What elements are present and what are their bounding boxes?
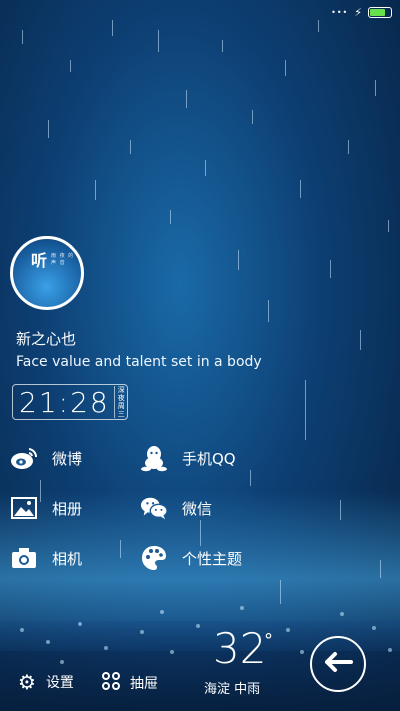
- avatar[interactable]: 听 雨 夜 的 声 音: [10, 236, 84, 310]
- gallery-icon: [10, 494, 38, 522]
- weather-degree: °: [264, 630, 273, 651]
- drawer-label: 抽屉: [130, 676, 158, 692]
- profile-name: 新之心也: [16, 330, 77, 348]
- signal-icon: •••: [331, 8, 349, 17]
- app-weibo[interactable]: 微博: [10, 442, 82, 474]
- app-label: 相册: [52, 499, 83, 518]
- app-qq[interactable]: 手机QQ: [140, 442, 236, 474]
- clock-meta: 深夜 周三: [113, 386, 127, 418]
- clock-period: 深夜: [117, 386, 125, 402]
- app-wechat[interactable]: 微信: [140, 492, 212, 524]
- charging-icon: ⚡: [354, 6, 362, 19]
- settings-label: 设置: [45, 675, 74, 691]
- clock-time: 21:28: [19, 385, 110, 419]
- back-arrow-icon: [323, 651, 353, 677]
- theme-palette-icon: [140, 544, 168, 572]
- avatar-glyph: 听: [31, 251, 48, 270]
- wechat-icon: [140, 494, 168, 522]
- app-label: 相机: [52, 549, 83, 568]
- back-button[interactable]: [310, 636, 366, 692]
- qq-icon: [140, 444, 168, 472]
- clock-widget[interactable]: 21:28 深夜 周三: [12, 384, 128, 420]
- clock-weekday: 周三: [117, 402, 125, 418]
- weibo-icon: [10, 444, 38, 472]
- settings-button[interactable]: ⚙ 设置: [18, 672, 74, 692]
- app-label: 个性主题: [182, 549, 243, 568]
- drawer-button[interactable]: 抽屉: [102, 672, 158, 694]
- weather-temperature[interactable]: 32: [213, 624, 266, 673]
- app-label: 微信: [182, 499, 213, 518]
- app-gallery[interactable]: 相册: [10, 492, 82, 524]
- status-bar: ••• ⚡: [331, 6, 392, 19]
- app-label: 手机QQ: [182, 449, 236, 468]
- weather-location: 海淀 中雨: [204, 682, 261, 697]
- app-themes[interactable]: 个性主题: [140, 542, 242, 574]
- drawer-icon: [102, 672, 120, 694]
- avatar-subtitle: 雨 夜 的 声 音: [51, 253, 75, 266]
- camera-icon: [10, 544, 38, 572]
- app-label: 微博: [52, 449, 83, 468]
- gear-icon: ⚙: [18, 670, 36, 694]
- app-camera[interactable]: 相机: [10, 542, 82, 574]
- profile-motto: Face value and talent set in a body: [16, 354, 262, 370]
- battery-icon: [368, 7, 392, 18]
